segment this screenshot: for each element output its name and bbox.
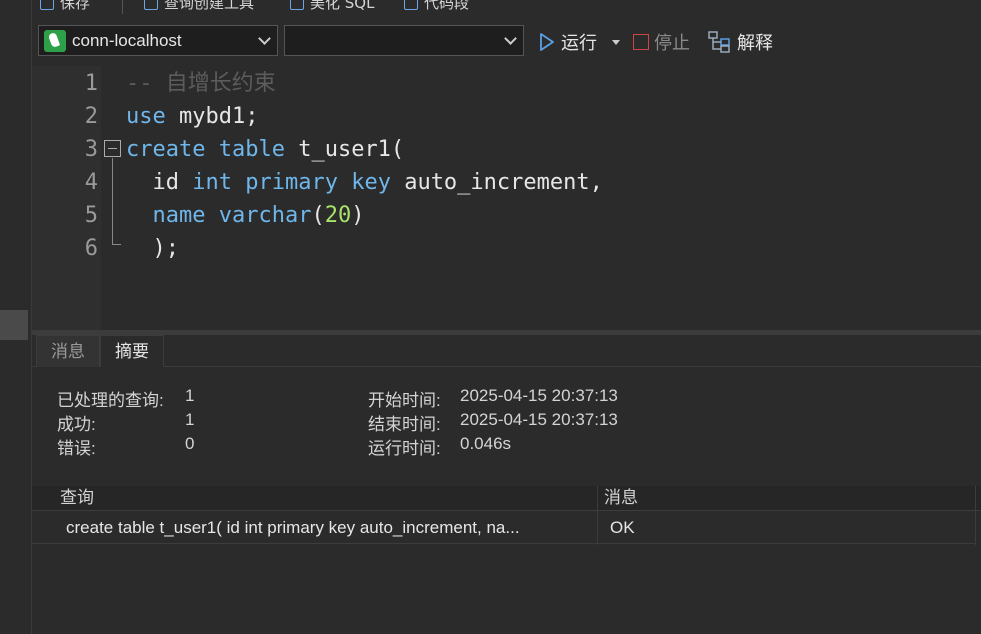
beautify-icon bbox=[290, 0, 304, 10]
end-time-label: 结束时间: bbox=[368, 415, 441, 434]
database-select[interactable] bbox=[284, 25, 524, 56]
line-number: 2 bbox=[84, 104, 98, 129]
code-token: -- 自增长约束 bbox=[126, 71, 276, 96]
error-label: 错误: bbox=[57, 439, 96, 458]
chevron-down-icon bbox=[258, 32, 271, 45]
code-token: mybd1; bbox=[165, 104, 259, 129]
connection-select[interactable]: conn-localhost bbox=[38, 25, 278, 56]
code-token: auto_increment, bbox=[390, 170, 603, 195]
code-text: -- 自增长约束 bbox=[126, 67, 276, 100]
header-message[interactable]: 消息 bbox=[604, 486, 638, 511]
line-number: 1 bbox=[84, 71, 98, 96]
code-token: create bbox=[126, 137, 206, 162]
chevron-down-icon bbox=[504, 32, 517, 45]
code-line[interactable]: 4 id int primary key auto_increment, bbox=[32, 166, 981, 199]
code-token: int bbox=[192, 170, 232, 195]
code-line[interactable]: 3 create table t_user1( bbox=[32, 133, 981, 166]
code-token: varchar bbox=[218, 203, 312, 228]
line-number: 4 bbox=[84, 170, 98, 195]
sql-editor[interactable]: 1 -- 自增长约束 2 use mybd1; 3 create table t_user… bbox=[32, 66, 981, 330]
error-value: 0 bbox=[185, 434, 195, 453]
play-icon bbox=[540, 33, 554, 51]
cell-message[interactable]: OK bbox=[610, 512, 635, 544]
result-tabs: 消息 摘要 bbox=[32, 335, 981, 367]
tab-messages[interactable]: 消息 bbox=[36, 335, 100, 367]
code-token: name bbox=[152, 203, 206, 228]
run-label: 运行 bbox=[561, 33, 597, 54]
explain-icon bbox=[708, 31, 730, 53]
elapsed-label: 运行时间: bbox=[368, 439, 441, 458]
code-token: primary bbox=[245, 170, 338, 195]
column-divider[interactable] bbox=[975, 486, 976, 545]
code-token: ) bbox=[351, 203, 365, 228]
snippet-button[interactable]: 代码段 bbox=[404, 0, 469, 13]
run-dropdown-caret-icon[interactable] bbox=[612, 39, 620, 45]
query-builder-button[interactable]: 查询创建工具 bbox=[144, 0, 254, 13]
stop-label: 停止 bbox=[654, 33, 690, 54]
line-number: 6 bbox=[84, 236, 98, 261]
code-token: key bbox=[351, 170, 391, 195]
code-token: ( bbox=[311, 203, 325, 228]
stop-icon bbox=[633, 34, 649, 50]
code-line[interactable]: 1 -- 自增长约束 bbox=[32, 67, 981, 100]
code-text: id int primary key auto_increment, bbox=[126, 166, 603, 199]
query-builder-icon bbox=[144, 0, 158, 10]
beautify-label: 美化 SQL bbox=[310, 0, 375, 12]
result-grid: 查询 消息 create table t_user1( id int prima… bbox=[32, 486, 981, 634]
query-toolbar: conn-localhost 运行 停止 解释 bbox=[32, 16, 981, 66]
mysql-dolphin-icon bbox=[44, 29, 66, 52]
explain-label: 解释 bbox=[737, 33, 773, 54]
code-text: ); bbox=[126, 232, 179, 265]
code-token: 20 bbox=[324, 203, 352, 228]
explain-button[interactable]: 解释 bbox=[708, 29, 773, 55]
success-label: 成功: bbox=[57, 415, 96, 434]
line-number: 5 bbox=[84, 203, 98, 228]
query-builder-label: 查询创建工具 bbox=[164, 0, 255, 12]
code-line[interactable]: 2 use mybd1; bbox=[32, 100, 981, 133]
grid-header: 查询 消息 bbox=[32, 486, 981, 511]
code-line[interactable]: 6 ); bbox=[32, 232, 981, 265]
processed-value: 1 bbox=[185, 386, 195, 405]
header-query[interactable]: 查询 bbox=[60, 486, 94, 511]
success-value: 1 bbox=[185, 410, 195, 429]
code-text: name varchar(20) bbox=[126, 199, 365, 232]
snippet-icon bbox=[404, 0, 418, 10]
beautify-sql-button[interactable]: 美化 SQL bbox=[290, 0, 374, 13]
processed-label: 已处理的查询: bbox=[57, 391, 164, 410]
code-token: t_user1( bbox=[284, 137, 405, 162]
save-icon bbox=[40, 0, 54, 10]
line-number: 3 bbox=[84, 137, 98, 162]
start-time-value: 2025-04-15 20:37:13 bbox=[460, 386, 618, 405]
code-text: use mybd1; bbox=[126, 100, 258, 133]
code-text: create table t_user1( bbox=[126, 133, 404, 166]
elapsed-value: 0.046s bbox=[460, 434, 512, 453]
connection-value: conn-localhost bbox=[72, 30, 182, 50]
code-token: use bbox=[126, 104, 166, 129]
left-panel-marker bbox=[0, 310, 28, 340]
summary-panel: 已处理的查询: 1 成功: 1 错误: 0 开始时间: 2025-04-15 2… bbox=[32, 367, 981, 486]
save-label: 保存 bbox=[60, 0, 91, 12]
toolbar-separator bbox=[122, 0, 123, 14]
end-time-value: 2025-04-15 20:37:13 bbox=[460, 410, 618, 429]
code-token: table bbox=[218, 137, 285, 162]
code-token: id bbox=[126, 170, 193, 195]
snippet-label: 代码段 bbox=[424, 0, 470, 12]
cell-query[interactable]: create table t_user1( id int primary key… bbox=[66, 512, 586, 544]
code-line[interactable]: 5 name varchar(20) bbox=[32, 199, 981, 232]
top-toolbar: 保存 查询创建工具 美化 SQL 代码段 bbox=[32, 0, 981, 16]
run-button[interactable]: 运行 bbox=[538, 29, 620, 55]
stop-button[interactable]: 停止 bbox=[633, 29, 690, 55]
tab-summary[interactable]: 摘要 bbox=[100, 335, 164, 367]
save-button[interactable]: 保存 bbox=[40, 0, 90, 13]
table-row[interactable]: create table t_user1( id int primary key… bbox=[32, 512, 975, 544]
start-time-label: 开始时间: bbox=[368, 391, 441, 410]
left-panel-strip bbox=[0, 0, 32, 634]
code-token: ); bbox=[126, 236, 179, 261]
